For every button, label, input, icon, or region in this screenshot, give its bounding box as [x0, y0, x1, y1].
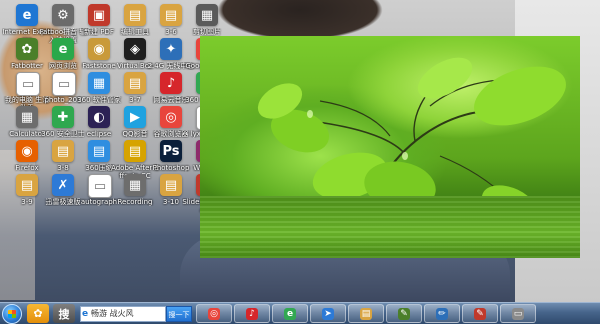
- desktop[interactable]: eInternet Explorer⚙Fatboo拼音 输入法设置▣新建 PDF…: [0, 0, 600, 302]
- folder-icon: ▤: [52, 140, 74, 162]
- image-icon: ▦: [196, 4, 218, 26]
- folder-icon: ▤: [160, 174, 182, 196]
- wallpaper-image-window: [200, 36, 580, 258]
- taskbar-app-sogou[interactable]: 搜: [53, 304, 75, 323]
- shield-icon: ✚: [52, 106, 74, 128]
- taskbar-app-pen[interactable]: ✏: [424, 304, 460, 323]
- browser-icon: e: [284, 307, 296, 320]
- app-icon: ✿: [16, 38, 38, 60]
- start-button[interactable]: [2, 304, 22, 324]
- chrome-icon: ◎: [208, 307, 220, 320]
- taskbar-app-media[interactable]: ▭: [500, 304, 536, 323]
- doc-icon: ▭: [16, 72, 40, 96]
- search-button[interactable]: 搜一下: [166, 306, 192, 322]
- ie-icon: e: [82, 309, 89, 319]
- folder-icon: ▤: [360, 307, 372, 320]
- wifi-icon: ✦: [160, 38, 182, 60]
- wallpaper-water-reflection: [200, 196, 580, 258]
- vbox-icon: ◈: [124, 38, 146, 60]
- taskbar-app-paint[interactable]: ✎: [462, 304, 498, 323]
- browser-icon: e: [52, 38, 74, 60]
- paint-icon: ✎: [474, 307, 486, 320]
- taskbar-app-360browser[interactable]: e: [272, 304, 308, 323]
- pen-icon: ✏: [436, 307, 448, 320]
- search-input-value: 畅游 战火风: [91, 309, 134, 318]
- pdf-icon: ▣: [88, 4, 110, 26]
- folder-icon: ▤: [16, 174, 38, 196]
- media-icon: ▭: [512, 307, 524, 320]
- tool-icon: ✎: [398, 307, 410, 320]
- firefox-icon: ◉: [16, 140, 38, 162]
- taskbar-app-explorer[interactable]: ▤: [348, 304, 384, 323]
- app-icon: ▦: [88, 72, 110, 94]
- music-icon: ♪: [160, 72, 182, 94]
- music-icon: ♪: [246, 307, 258, 320]
- faststone-icon: ◉: [88, 38, 110, 60]
- taskbar: ✿ 搜 e 畅游 战火风 搜一下 ◎ ♪ e ➤ ▤ ✎ ✏ ✎ ▭: [0, 302, 600, 324]
- doc-icon: ▭: [88, 174, 112, 198]
- search-input[interactable]: e 畅游 战火风: [80, 306, 166, 322]
- desktop-icon-label: 剪切图片: [193, 28, 221, 36]
- folder-icon: ▤: [124, 72, 146, 94]
- video-icon: ▶: [124, 106, 146, 128]
- calc-icon: ▦: [16, 106, 38, 128]
- send-icon: ➤: [322, 307, 334, 320]
- doc-icon: ▭: [52, 72, 76, 96]
- ae-icon: ▤: [124, 140, 146, 162]
- ie-icon: e: [16, 4, 38, 26]
- folder-icon: ▤: [160, 4, 182, 26]
- ps-icon: Ps: [160, 140, 182, 162]
- taskbar-app-music[interactable]: ♪: [234, 304, 270, 323]
- taskbar-app-chrome[interactable]: ◎: [196, 304, 232, 323]
- settings-icon: ⚙: [52, 4, 74, 26]
- calc-icon: ▦: [124, 174, 146, 196]
- taskbar-app-tool[interactable]: ✎: [386, 304, 422, 323]
- taskbar-app-send[interactable]: ➤: [310, 304, 346, 323]
- thunder-icon: ✗: [52, 174, 74, 196]
- taskbar-app-360[interactable]: ✿: [27, 304, 49, 323]
- folder-icon: ▤: [124, 4, 146, 26]
- zip-icon: ▤: [88, 140, 110, 162]
- browser-icon: ◎: [160, 106, 182, 128]
- eclipse-icon: ◐: [88, 106, 110, 128]
